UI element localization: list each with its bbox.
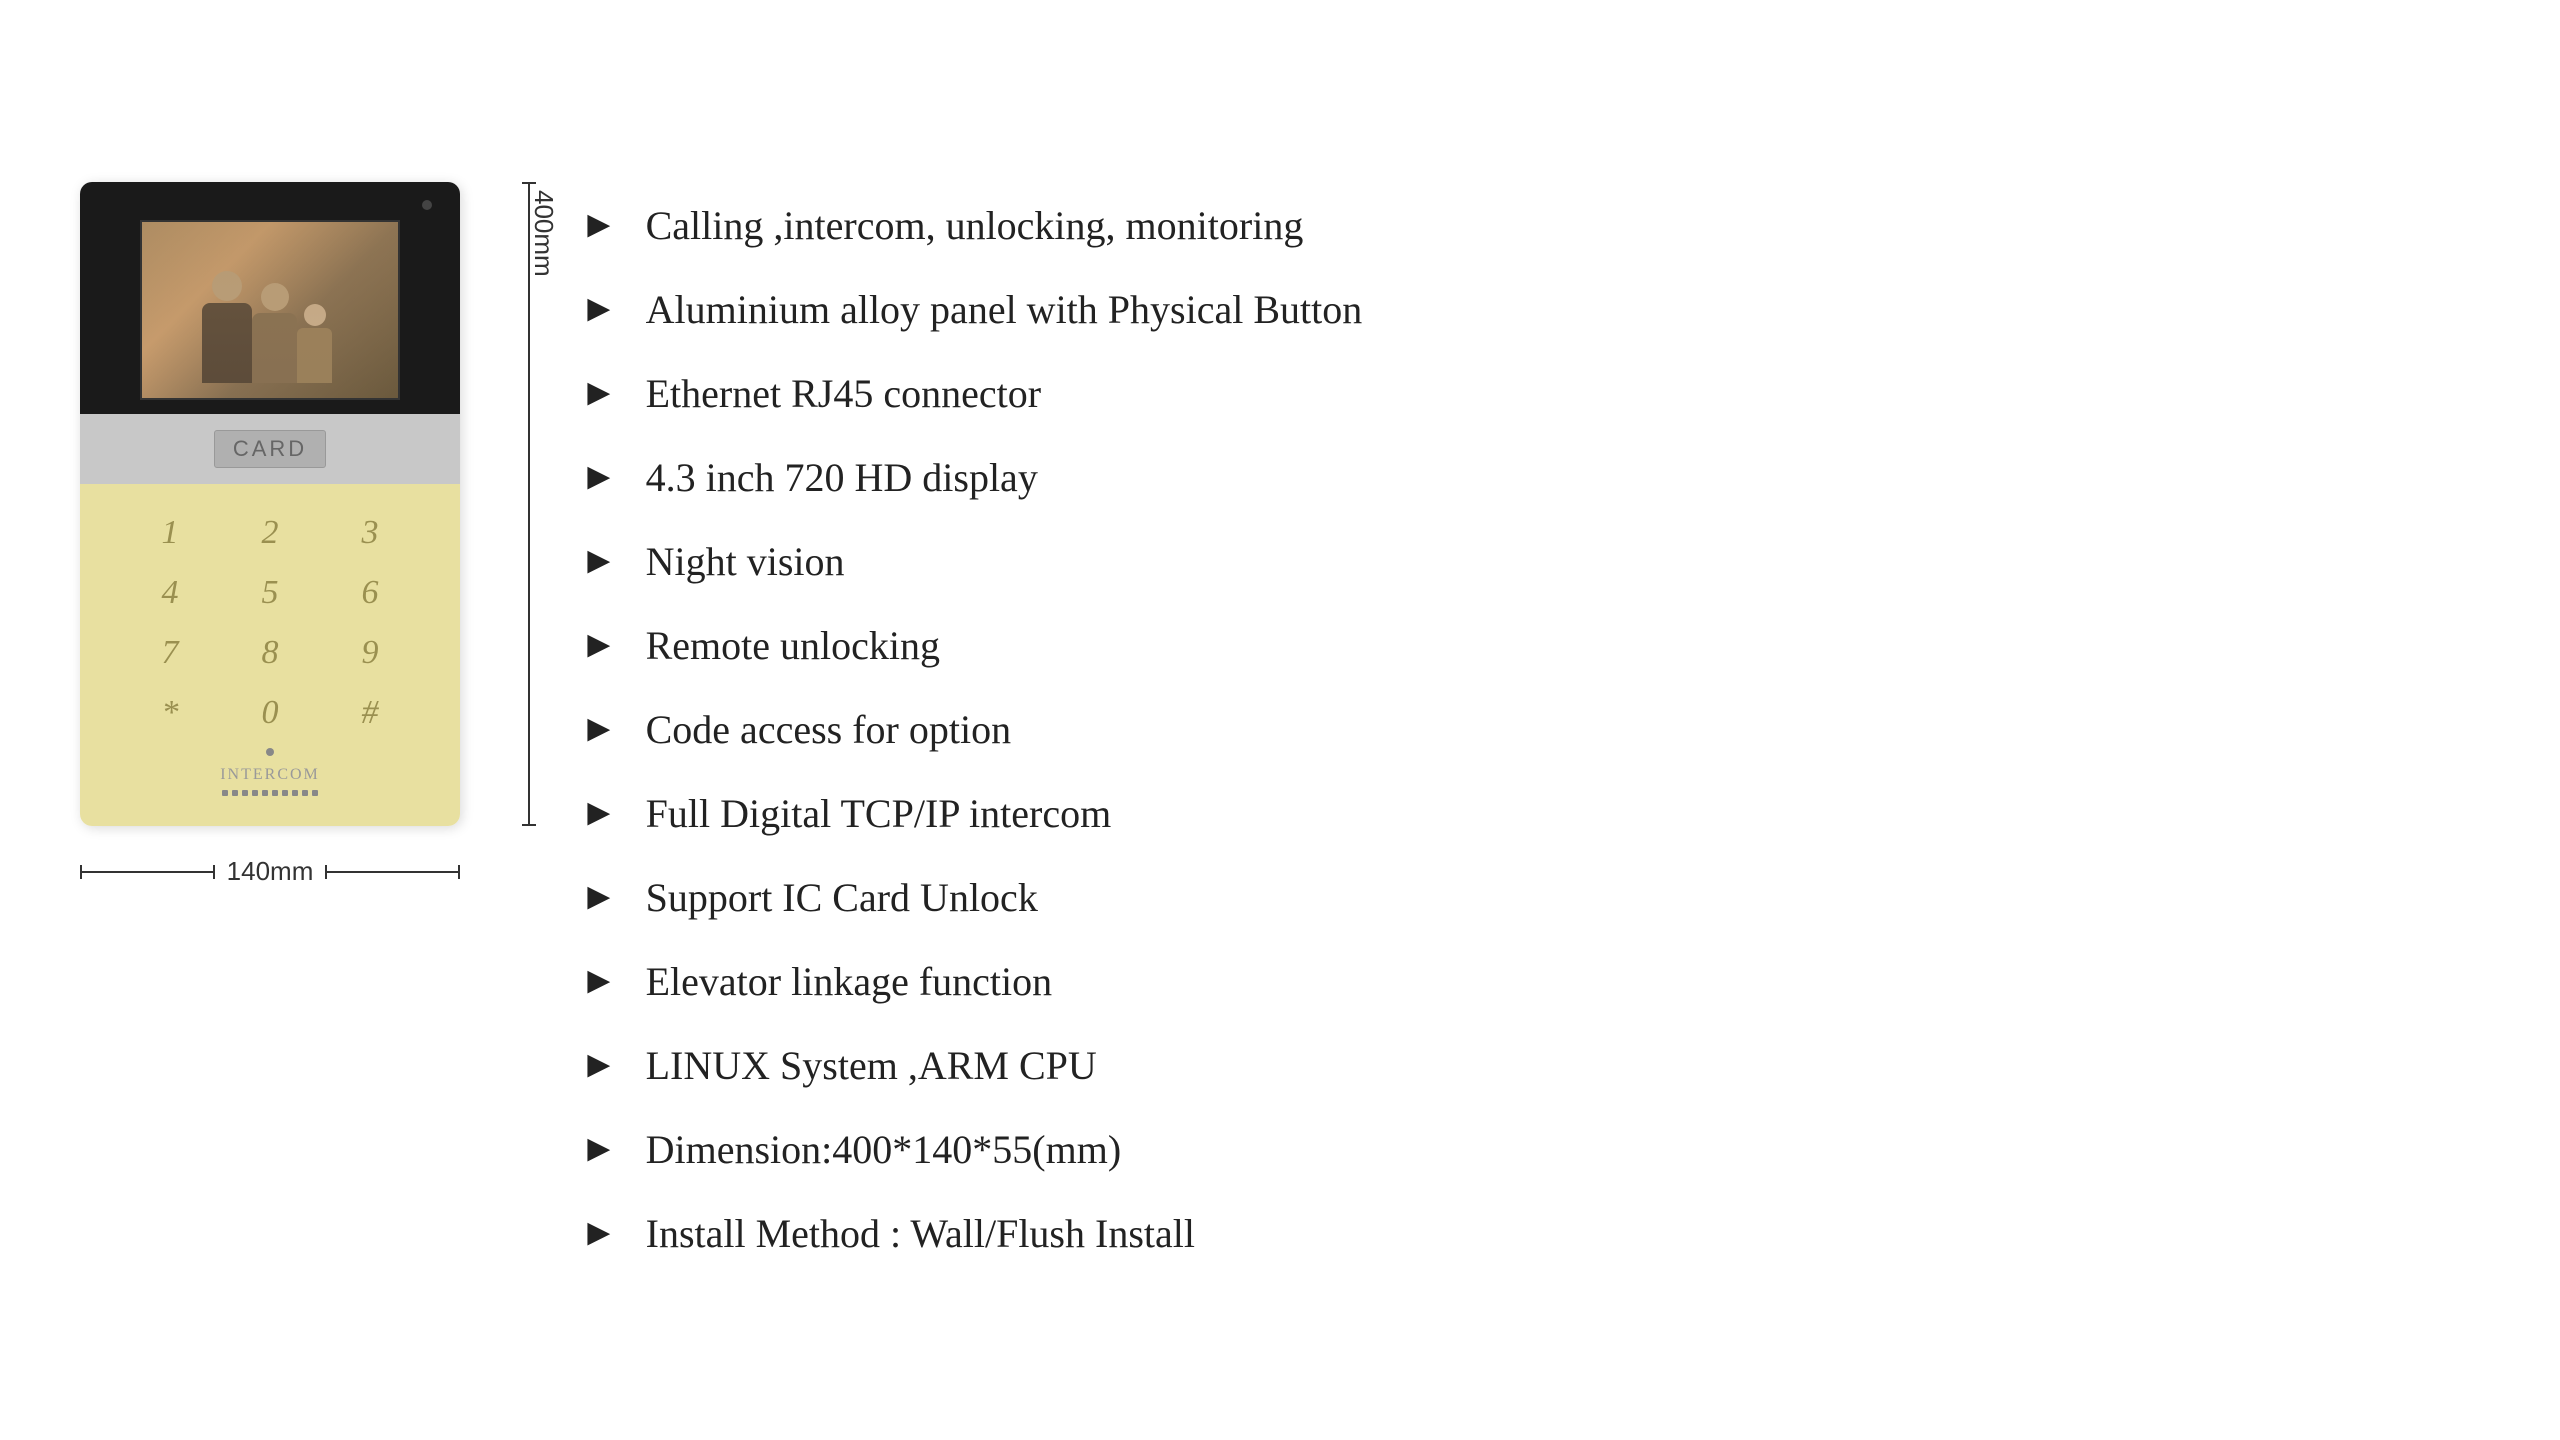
spec-item-1: ► Calling ,intercom, unlocking, monitorin… — [580, 202, 2480, 250]
spec-item-12: ► Dimension:400*140*55(mm) — [580, 1126, 2480, 1174]
spec-text-8: Full Digital TCP/IP intercom — [646, 790, 1112, 838]
spec-item-13: ► Install Method : Wall/Flush Install — [580, 1210, 2480, 1258]
bullet-icon: ► — [580, 374, 618, 412]
spec-item-9: ► Support IC Card Unlock — [580, 874, 2480, 922]
keypad-key-2: 2 — [240, 514, 300, 552]
bullet-icon: ► — [580, 710, 618, 748]
spec-item-11: ► LINUX System ,ARM CPU — [580, 1042, 2480, 1090]
height-dim-label: 400mm — [528, 182, 559, 285]
bullet-icon: ► — [580, 458, 618, 496]
bullet-icon: ► — [580, 1130, 618, 1168]
device-body: CARD 1 2 3 4 5 6 7 8 9 * 0 # INTERCOM — [80, 182, 460, 826]
speaker-dot — [232, 790, 238, 796]
spec-text-13: Install Method : Wall/Flush Install — [646, 1210, 1195, 1258]
keypad-key-3: 3 — [340, 514, 400, 552]
spec-item-10: ► Elevator linkage function — [580, 958, 2480, 1006]
spec-text-5: Night vision — [646, 538, 845, 586]
spec-item-7: ► Code access for option — [580, 706, 2480, 754]
width-dim-label: 140mm — [215, 856, 326, 887]
device-top-panel — [80, 182, 460, 414]
spec-item-3: ► Ethernet RJ45 connector — [580, 370, 2480, 418]
spec-item-6: ► Remote unlocking — [580, 622, 2480, 670]
speaker-dot — [242, 790, 248, 796]
bullet-icon: ► — [580, 1046, 618, 1084]
speaker-dot — [312, 790, 318, 796]
speaker-dot — [252, 790, 258, 796]
keypad-key-#: # — [340, 694, 400, 732]
bullet-icon: ► — [580, 1214, 618, 1252]
main-container: CARD 1 2 3 4 5 6 7 8 9 * 0 # INTERCOM — [80, 182, 2480, 1258]
camera-dot — [422, 200, 432, 210]
keypad-key-0: 0 — [240, 694, 300, 732]
keypad-key-4: 4 — [140, 574, 200, 612]
bullet-icon: ► — [580, 206, 618, 244]
spec-item-5: ► Night vision — [580, 538, 2480, 586]
spec-text-10: Elevator linkage function — [646, 958, 1053, 1006]
width-dim-line-right — [325, 871, 460, 873]
speaker-grill — [222, 790, 318, 796]
device-middle-panel: CARD — [80, 414, 460, 484]
width-dimension: 140mm — [80, 856, 460, 887]
keypad-key-9: 9 — [340, 634, 400, 672]
spec-item-8: ► Full Digital TCP/IP intercom — [580, 790, 2480, 838]
device-with-dims: CARD 1 2 3 4 5 6 7 8 9 * 0 # INTERCOM — [80, 182, 460, 826]
speaker-dot — [292, 790, 298, 796]
bullet-icon: ► — [580, 794, 618, 832]
brand-text: INTERCOM — [220, 766, 320, 784]
device-bottom-panel: 1 2 3 4 5 6 7 8 9 * 0 # INTERCOM — [80, 484, 460, 826]
speaker-dot — [262, 790, 268, 796]
spec-text-4: 4.3 inch 720 HD display — [646, 454, 1038, 502]
keypad-key-5: 5 — [240, 574, 300, 612]
spec-text-11: LINUX System ,ARM CPU — [646, 1042, 1097, 1090]
spec-text-3: Ethernet RJ45 connector — [646, 370, 1041, 418]
spec-text-2: Aluminium alloy panel with Physical Butt… — [646, 286, 1363, 334]
spec-text-7: Code access for option — [646, 706, 1011, 754]
spec-item-2: ► Aluminium alloy panel with Physical But… — [580, 286, 2480, 334]
bullet-icon: ► — [580, 626, 618, 664]
bullet-icon: ► — [580, 962, 618, 1000]
screen-image — [142, 222, 398, 398]
spec-text-12: Dimension:400*140*55(mm) — [646, 1126, 1122, 1174]
speaker-dot — [302, 790, 308, 796]
bullet-icon: ► — [580, 542, 618, 580]
keypad-key-*: * — [140, 694, 200, 732]
brand-dot — [266, 748, 274, 756]
device-screen — [140, 220, 400, 400]
speaker-dot — [272, 790, 278, 796]
device-bottom-info: INTERCOM — [100, 748, 440, 796]
keypad-key-7: 7 — [140, 634, 200, 672]
spec-text-1: Calling ,intercom, unlocking, monitoring — [646, 202, 1304, 250]
spec-text-6: Remote unlocking — [646, 622, 940, 670]
keypad-key-8: 8 — [240, 634, 300, 672]
screen-overlay — [142, 222, 398, 398]
keypad-grid: 1 2 3 4 5 6 7 8 9 * 0 # — [140, 514, 400, 732]
keypad-key-6: 6 — [340, 574, 400, 612]
speaker-dot — [282, 790, 288, 796]
spec-text-9: Support IC Card Unlock — [646, 874, 1038, 922]
bullet-icon: ► — [580, 290, 618, 328]
card-reader-label: CARD — [214, 430, 326, 468]
height-dimension: 400mm — [528, 182, 530, 826]
height-dim-line: 400mm — [528, 182, 530, 826]
speaker-dot — [222, 790, 228, 796]
keypad-key-1: 1 — [140, 514, 200, 552]
specs-list: ► Calling ,intercom, unlocking, monitorin… — [580, 182, 2480, 1258]
spec-item-4: ► 4.3 inch 720 HD display — [580, 454, 2480, 502]
width-dim-line — [80, 871, 215, 873]
device-wrapper: CARD 1 2 3 4 5 6 7 8 9 * 0 # INTERCOM — [80, 182, 460, 887]
bullet-icon: ► — [580, 878, 618, 916]
